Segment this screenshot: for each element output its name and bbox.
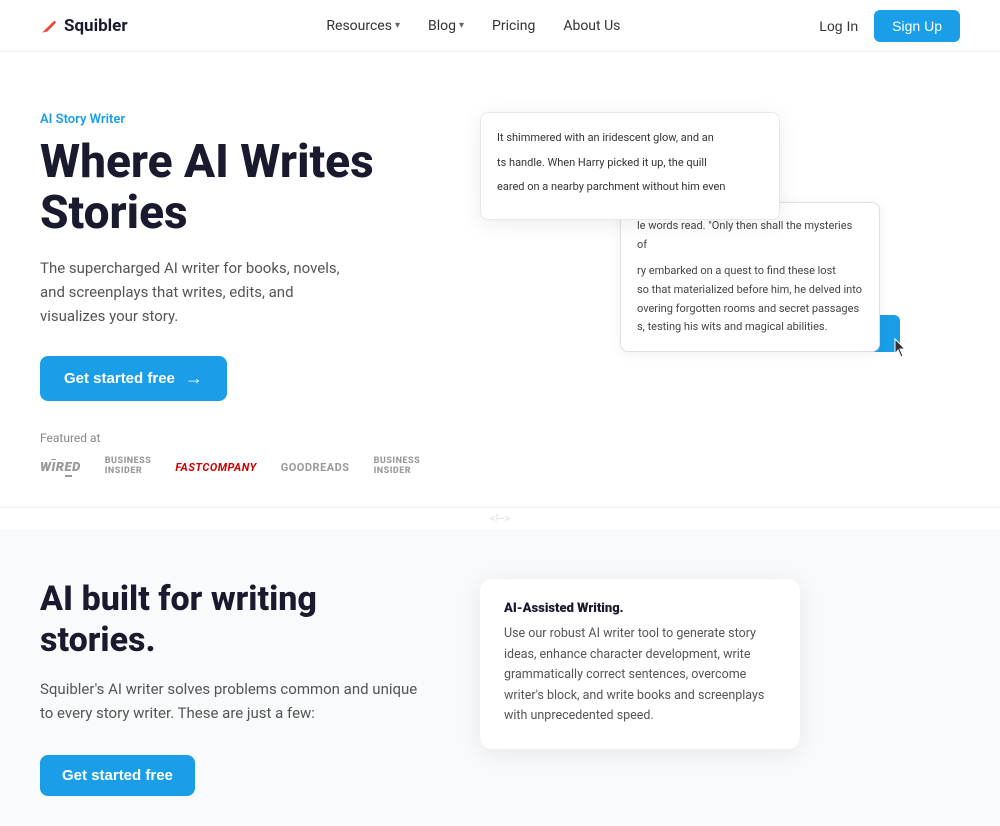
nav-resources[interactable]: Resources ▾ [326,18,400,34]
cta-label: Get started free [64,370,175,387]
cursor-icon [894,338,906,358]
secondary-line-2: ry embarked on a quest to find these los… [637,262,863,281]
business-insider-logo-1: BUSINESS INSIDER [105,457,152,477]
hero-description: The supercharged AI writer for books, no… [40,256,360,328]
goodreads-logo: goodreads [281,461,350,474]
ai-built-text-block: AI built for writing stories. Squibler's… [40,579,420,796]
hero-title: Where AI Writes Stories [40,137,420,238]
nav-pricing[interactable]: Pricing [492,18,535,34]
nav-about[interactable]: About Us [563,18,620,34]
editor-line-3: eared on a nearby parchment without him … [497,178,763,197]
feature-card: AI-Assisted Writing. Use our robust AI w… [480,579,800,749]
featured-section: Featured at WIRED BUSINESS INSIDER FastC… [0,431,1000,487]
logo-icon [40,17,58,35]
fast-company-logo: FastCompany [175,461,256,474]
featured-logos-row: WIRED BUSINESS INSIDER FastCompany goodr… [40,457,960,477]
ai-built-section: AI built for writing stories. Squibler's… [0,529,1000,826]
secondary-line-4: overing forgotten rooms and secret passa… [637,300,863,319]
hero-text-block: AI Story Writer Where AI Writes Stories … [40,102,420,401]
secondary-text-block: le words read. "Only then shall the myst… [637,217,863,337]
ai-feature-area: AI-Assisted Writing. Use our robust AI w… [480,579,960,749]
editor-secondary-card: le words read. "Only then shall the myst… [620,202,880,352]
editor-text-block: It shimmered with an iridescent glow, an… [497,129,763,203]
secondary-line-5: s, testing his wits and magical abilitie… [637,318,863,337]
hero-visual: It shimmered with an iridescent glow, an… [460,102,960,382]
secondary-line-3: so that materialized before him, he delv… [637,281,863,300]
nav-actions: Log In Sign Up [819,10,960,42]
editor-line-2: ts handle. When Harry picked it up, the … [497,154,763,173]
logo[interactable]: Squibler [40,16,128,36]
cta-arrow-icon: → [185,368,203,389]
business-insider-logo-2: BUSINESS INSIDER [374,457,421,477]
ai-cta-label: Get started free [62,767,173,784]
nav-links: Resources ▾ Blog ▾ Pricing About Us [326,18,620,34]
hero-tag: AI Story Writer [40,112,420,127]
feature-card-title: AI-Assisted Writing. [504,601,776,616]
signup-button[interactable]: Sign Up [874,10,960,42]
blog-caret: ▾ [459,20,464,31]
ai-built-title: AI built for writing stories. [40,579,420,661]
brand-name: Squibler [64,16,128,36]
navbar: Squibler Resources ▾ Blog ▾ Pricing Abou… [0,0,1000,52]
secondary-line-1: le words read. "Only then shall the myst… [637,217,863,254]
editor-line-1: It shimmered with an iridescent glow, an… [497,129,763,148]
login-button[interactable]: Log In [819,18,858,34]
featured-label: Featured at [40,431,960,445]
ai-built-description: Squibler's AI writer solves problems com… [40,677,420,725]
hero-section: AI Story Writer Where AI Writes Stories … [0,52,1000,431]
feature-card-body: Use our robust AI writer tool to generat… [504,624,776,727]
resources-caret: ▾ [395,20,400,31]
comment-placeholder: <!--> [0,508,1000,529]
hero-cta-button[interactable]: Get started free → [40,356,227,401]
editor-preview-card: It shimmered with an iridescent glow, an… [480,112,780,220]
ai-built-cta-button[interactable]: Get started free [40,755,195,796]
nav-blog[interactable]: Blog ▾ [428,18,464,34]
wired-logo: WIRED [40,460,81,475]
